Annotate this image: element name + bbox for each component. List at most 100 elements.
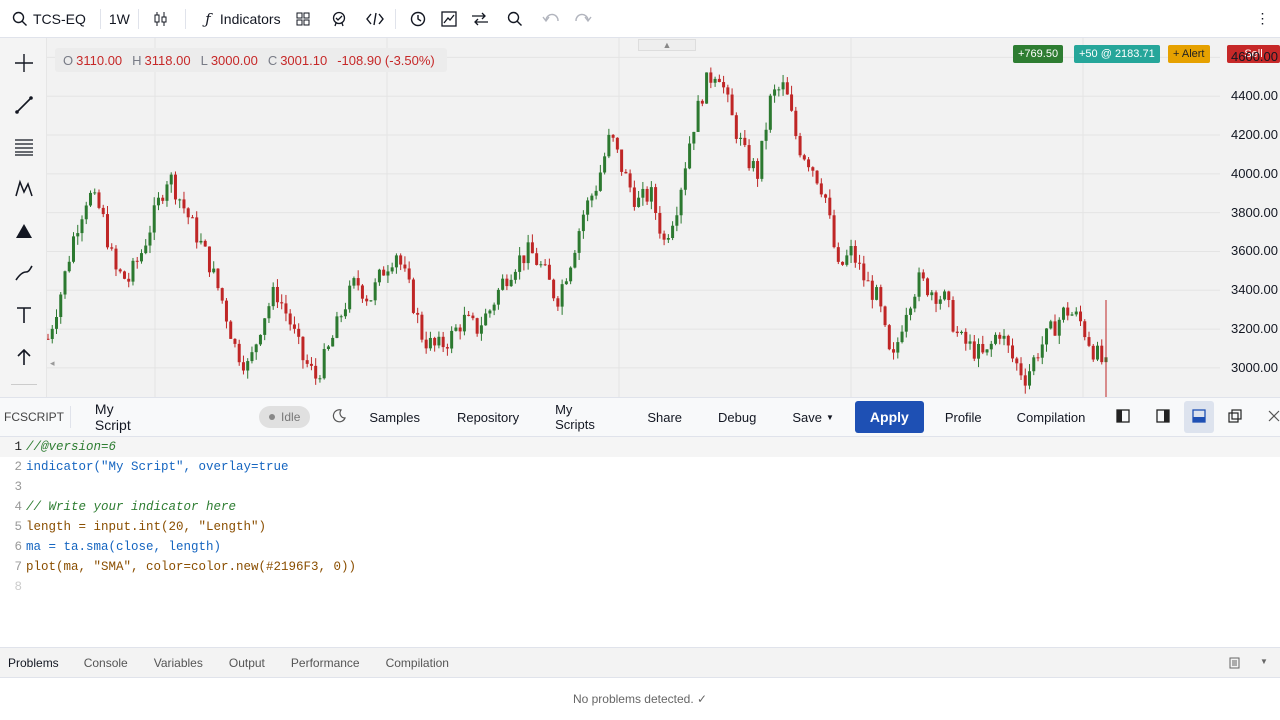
swap-button[interactable] — [470, 0, 490, 38]
zoom-search-button[interactable] — [505, 0, 525, 38]
close-value: 3001.10 — [280, 52, 328, 68]
code-text: // Write your indicator here — [26, 500, 237, 514]
crosshair-tool[interactable] — [11, 51, 37, 77]
trendline-tool[interactable] — [11, 93, 37, 119]
dock-right-button[interactable] — [1156, 397, 1170, 437]
tab-performance[interactable]: Performance — [291, 656, 360, 670]
save-button[interactable]: Save ▼ — [792, 397, 834, 437]
tab-variables[interactable]: Variables — [154, 656, 203, 670]
tab-compilation[interactable]: Compilation — [386, 656, 449, 670]
status-label: Idle — [281, 410, 301, 424]
apply-wrapper: Apply — [854, 397, 924, 437]
trendline-icon — [14, 95, 34, 118]
moon-icon — [332, 408, 347, 426]
apply-button[interactable]: Apply — [854, 401, 924, 433]
caret-down-icon: ▼ — [826, 412, 834, 422]
tab-console[interactable]: Console — [84, 656, 128, 670]
price-axis-label: 4600.00 — [1231, 49, 1278, 65]
code-line: 1 //@version=6 — [0, 437, 1280, 457]
shapes-tool[interactable] — [11, 219, 37, 245]
alerts-tool-button[interactable] — [329, 0, 349, 38]
crosshair-icon — [14, 53, 34, 76]
redo-button[interactable] — [573, 0, 593, 38]
price-axis-label: 3200.00 — [1231, 321, 1278, 337]
drawing-toolbar — [0, 38, 47, 397]
repository-button[interactable]: Repository — [457, 397, 519, 437]
undo-icon — [541, 9, 561, 29]
panel-left-icon — [1116, 408, 1130, 426]
price-axis-label: 3400.00 — [1231, 282, 1278, 298]
clipboard-button[interactable] — [1229, 656, 1240, 672]
price-axis-label: 4400.00 — [1231, 88, 1278, 104]
panel-menu-button[interactable]: ▼ — [1260, 657, 1268, 666]
symbol-label: TCS-EQ — [33, 10, 86, 27]
indicators-button[interactable]: ƒ Indicators — [198, 0, 280, 38]
divider — [394, 8, 396, 29]
interval-button[interactable]: 1W — [109, 0, 130, 38]
code-line: 7 plot(ma, "SMA", color=color.new(#2196F3… — [0, 557, 1280, 577]
price-axis[interactable]: 4600.00 4400.00 4200.00 4000.00 3800.00 3600.… — [1220, 38, 1280, 397]
code-editor[interactable]: 1 //@version=6 2 indicator("My Script", ov… — [0, 437, 1280, 647]
debug-button[interactable]: Debug — [718, 397, 756, 437]
pnl-badge[interactable]: +769.50 — [1013, 45, 1064, 63]
status-indicator: Idle — [259, 397, 311, 437]
fib-tool[interactable] — [11, 135, 37, 161]
clipboard-icon — [1229, 657, 1240, 672]
brand-label: FCSCRIPT — [4, 410, 64, 424]
brush-icon — [14, 263, 34, 286]
arrow-tool[interactable] — [11, 345, 37, 371]
symbol-search[interactable]: TCS-EQ — [10, 0, 86, 38]
low-label: L — [200, 52, 208, 68]
replay-button[interactable] — [408, 0, 428, 38]
chart-type-button[interactable] — [151, 0, 171, 38]
price-axis-label: 4200.00 — [1231, 127, 1278, 143]
script-name[interactable]: My Script — [95, 397, 149, 437]
line-number: 7 — [14, 560, 22, 574]
price-axis-label: 3800.00 — [1231, 204, 1278, 220]
templates-button[interactable] — [293, 0, 313, 38]
text-tool[interactable] — [11, 303, 37, 329]
collapse-toggle[interactable]: ▲ — [638, 39, 696, 51]
close-editor-button[interactable] — [1268, 397, 1280, 437]
function-icon: ƒ — [205, 9, 211, 28]
alert-badge[interactable]: + Alert — [1168, 45, 1210, 63]
scroll-left-icon[interactable]: ◂ — [50, 358, 55, 369]
bottom-panel-tabs: Problems Console Variables Output Perfor… — [0, 647, 1280, 678]
clock-icon — [408, 9, 428, 29]
triangle-icon — [15, 222, 33, 243]
close-label: C — [267, 52, 278, 68]
tab-problems[interactable]: Problems — [8, 656, 59, 670]
tab-output[interactable]: Output — [229, 656, 265, 670]
redo-icon — [573, 9, 593, 29]
position-badge[interactable]: +50 @ 2183.71 — [1074, 45, 1160, 63]
pattern-tool[interactable] — [11, 177, 37, 203]
code-line: 3 — [0, 477, 1280, 497]
chart-line-icon — [439, 9, 459, 29]
swap-arrows-icon — [470, 9, 490, 29]
more-menu-button[interactable]: ⋮ — [1252, 0, 1272, 38]
my-scripts-button[interactable]: My Scripts — [555, 397, 611, 437]
code-text: plot(ma, "SMA", color=color.new(#2196F3,… — [26, 560, 357, 574]
divider — [137, 8, 139, 29]
dock-left-button[interactable] — [1116, 397, 1130, 437]
profile-button[interactable]: Profile — [945, 397, 982, 437]
share-button[interactable]: Share — [647, 397, 682, 437]
popout-icon — [1228, 408, 1242, 426]
price-axis-label: 3000.00 — [1231, 359, 1278, 375]
dock-bottom-button[interactable] — [1184, 401, 1214, 433]
chart-area[interactable]: ▲ ◂ O 3110.00 H 3118.00 L 3000.00 C 3001.10 … — [0, 38, 1280, 397]
search-icon — [10, 9, 30, 29]
script-editor-button[interactable] — [365, 0, 385, 38]
samples-button[interactable]: Samples — [369, 397, 420, 437]
undo-button[interactable] — [541, 0, 561, 38]
chart-overlay — [47, 38, 1280, 397]
compare-button[interactable] — [439, 0, 459, 38]
compilation-button[interactable]: Compilation — [1017, 397, 1086, 437]
divider — [99, 8, 101, 29]
pattern-icon — [14, 179, 34, 202]
theme-toggle[interactable] — [332, 397, 347, 437]
grid-icon — [293, 9, 313, 29]
brush-tool[interactable] — [11, 261, 37, 287]
popout-button[interactable] — [1228, 397, 1242, 437]
high-value: 3118.00 — [144, 52, 191, 68]
